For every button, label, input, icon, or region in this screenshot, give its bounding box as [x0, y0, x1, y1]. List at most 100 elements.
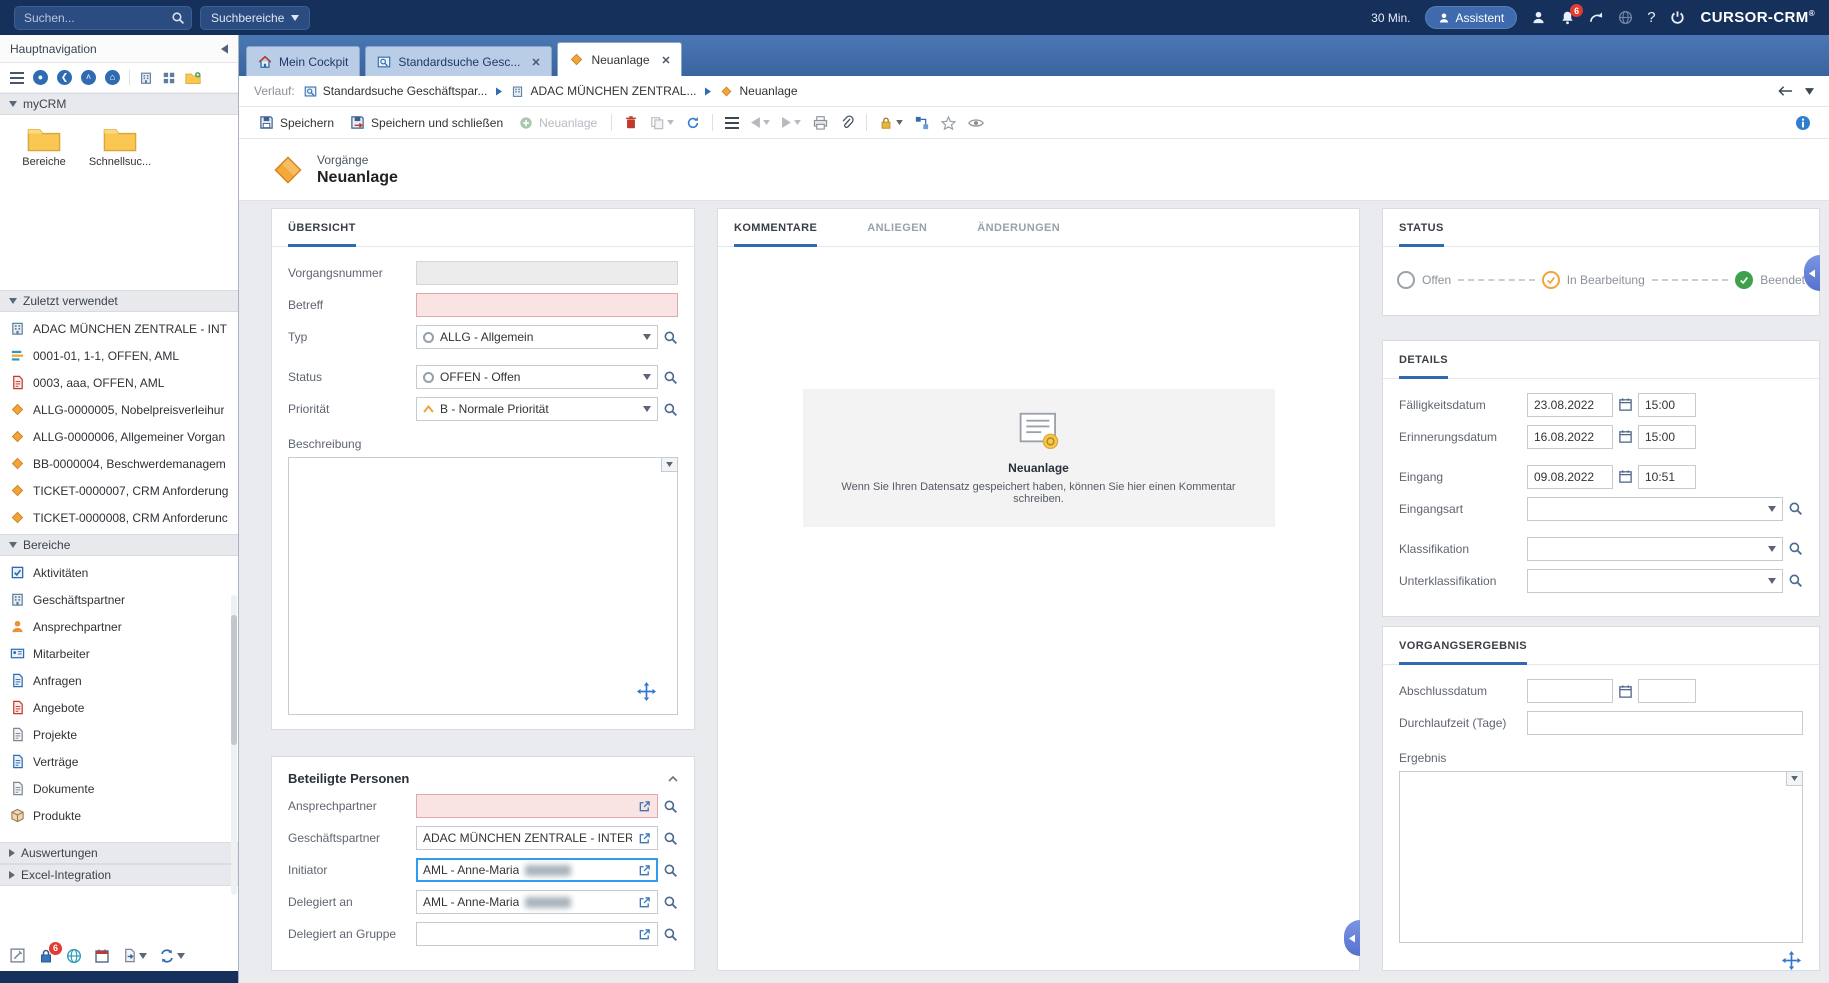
chevron-down-icon[interactable] — [643, 374, 651, 380]
help-icon[interactable]: ? — [1647, 9, 1655, 26]
watch-button[interactable] — [965, 114, 987, 132]
sidebar-item-anfragen[interactable]: Anfragen — [0, 667, 238, 694]
sidebar-item-ansprechpartner[interactable]: Ansprechpartner — [0, 613, 238, 640]
record-icon[interactable]: ● — [33, 70, 48, 85]
tab-uebersicht[interactable]: ÜBERSICHT — [288, 222, 356, 247]
breadcrumb-item-neuanlage[interactable]: Neuanlage — [720, 84, 797, 98]
abschlusszeit-input[interactable] — [1638, 679, 1696, 703]
recent-item[interactable]: TICKET-0000008, CRM Anforderunc — [0, 504, 238, 531]
breadcrumb-item-standardsuche[interactable]: Standardsuche Geschäftspar... — [304, 84, 488, 98]
section-recent[interactable]: Zuletzt verwendet — [0, 290, 238, 312]
faelligkeitszeit-input[interactable] — [1638, 393, 1696, 417]
folder-schnellsuche[interactable]: Schnellsuc... — [88, 125, 152, 168]
sidebar-item-mitarbeiter[interactable]: Mitarbeiter — [0, 640, 238, 667]
print-button[interactable] — [810, 113, 831, 133]
delegiert-an-gruppe-field[interactable] — [416, 922, 658, 946]
sidebar-item-projekte[interactable]: Projekte — [0, 721, 238, 748]
open-record-icon[interactable] — [638, 832, 651, 845]
section-excel-integration[interactable]: Excel-Integration — [0, 864, 238, 886]
new-folder-icon[interactable] — [185, 71, 201, 85]
search-icon[interactable] — [171, 11, 185, 25]
breadcrumb-item-adac[interactable]: ADAC MÜNCHEN ZENTRAL... — [511, 84, 696, 98]
sidebar-item-angebote[interactable]: Angebote — [0, 694, 238, 721]
list-view-icon[interactable] — [162, 71, 176, 85]
lookup-icon[interactable] — [663, 799, 678, 814]
betreff-input[interactable] — [416, 293, 678, 317]
sidebar-item-geschaeftspartner[interactable]: Geschäftspartner — [0, 586, 238, 613]
delegiert-an-field[interactable]: AML - Anne-Maria — [416, 890, 658, 914]
global-search[interactable] — [14, 6, 192, 30]
sidebar-item-aktivitaeten[interactable]: Aktivitäten — [0, 559, 238, 586]
prev-record-button[interactable] — [748, 114, 773, 131]
collapse-section-icon[interactable] — [668, 775, 678, 782]
tab-mein-cockpit[interactable]: Mein Cockpit — [246, 46, 360, 76]
calendar-icon[interactable] — [1618, 469, 1633, 484]
chevron-down-icon[interactable] — [643, 406, 651, 412]
open-record-icon[interactable] — [638, 928, 651, 941]
copy-button[interactable] — [647, 113, 677, 133]
tab-standardsuche[interactable]: Standardsuche Gesc... — [365, 46, 552, 76]
ansprechpartner-field[interactable] — [416, 794, 658, 818]
sidebar-item-dokumente[interactable]: Dokumente — [0, 775, 238, 802]
lookup-icon[interactable] — [663, 927, 678, 942]
back-circle-icon[interactable]: ❮ — [57, 70, 72, 85]
chevron-down-icon[interactable] — [1768, 506, 1776, 512]
workflow-button[interactable] — [912, 113, 932, 133]
chevron-down-icon[interactable] — [1768, 578, 1776, 584]
delete-button[interactable] — [621, 112, 641, 133]
eingangsart-select[interactable] — [1527, 497, 1783, 521]
lookup-icon[interactable] — [1788, 573, 1803, 588]
globe-icon[interactable] — [1618, 10, 1633, 25]
search-scope-button[interactable]: Suchbereiche — [200, 6, 310, 30]
recent-item[interactable]: ADAC MÜNCHEN ZENTRALE - INTE — [0, 315, 238, 342]
move-resize-icon[interactable] — [637, 682, 656, 701]
power-icon[interactable] — [1670, 10, 1685, 25]
favorite-button[interactable] — [938, 113, 959, 133]
refresh-button[interactable] — [683, 113, 703, 133]
notifications-icon[interactable]: 6 — [1560, 10, 1575, 25]
calendar-icon[interactable] — [1618, 397, 1633, 412]
close-icon[interactable] — [532, 58, 540, 66]
calendar-icon[interactable] — [94, 948, 110, 964]
org-tree-icon[interactable] — [139, 71, 153, 85]
permissions-button[interactable] — [876, 113, 906, 133]
beschreibung-textarea[interactable] — [288, 457, 678, 715]
typ-select[interactable]: ALLG - Allgemein — [416, 325, 658, 349]
tab-kommentare[interactable]: KOMMENTARE — [734, 222, 817, 247]
geschaeftspartner-field[interactable]: ADAC MÜNCHEN ZENTRALE - INTERE... — [416, 826, 658, 850]
section-auswertungen[interactable]: Auswertungen — [0, 842, 238, 864]
ergebnis-textarea[interactable] — [1399, 771, 1803, 943]
lookup-icon[interactable] — [663, 831, 678, 846]
recent-item[interactable]: 0001-01, 1-1, OFFEN, AML — [0, 342, 238, 369]
notes-icon[interactable] — [9, 947, 26, 964]
home-circle-icon[interactable]: ⌂ — [105, 70, 120, 85]
calendar-icon[interactable] — [1618, 684, 1633, 699]
tab-aenderungen[interactable]: ÄNDERUNGEN — [977, 222, 1060, 247]
durchlaufzeit-input[interactable] — [1527, 711, 1803, 735]
close-icon[interactable] — [662, 56, 670, 64]
eingang-datum-input[interactable] — [1527, 465, 1613, 489]
eingang-zeit-input[interactable] — [1638, 465, 1696, 489]
open-record-icon[interactable] — [638, 896, 651, 909]
recent-item[interactable]: ALLG-0000006, Allgemeiner Vorgan — [0, 423, 238, 450]
save-and-close-button[interactable]: Speichern und schließen — [345, 112, 508, 133]
tab-anliegen[interactable]: ANLIEGEN — [867, 222, 927, 247]
textarea-menu-icon[interactable] — [1786, 771, 1803, 786]
menu-icon[interactable] — [10, 72, 24, 84]
export-icon[interactable] — [122, 948, 147, 963]
unterklassifikation-select[interactable] — [1527, 569, 1783, 593]
sidebar-scrollbar[interactable] — [231, 595, 237, 895]
recent-item[interactable]: ALLG-0000005, Nobelpreisverleihur — [0, 396, 238, 423]
move-resize-icon[interactable] — [1782, 951, 1801, 970]
open-record-icon[interactable] — [638, 800, 651, 813]
faelligkeitsdatum-input[interactable] — [1527, 393, 1613, 417]
lookup-icon[interactable] — [663, 863, 678, 878]
chevron-down-icon[interactable] — [1805, 88, 1814, 95]
redo-icon[interactable] — [1589, 10, 1604, 25]
chevron-down-icon[interactable] — [1768, 546, 1776, 552]
erinnerungszeit-input[interactable] — [1638, 425, 1696, 449]
next-record-button[interactable] — [779, 114, 804, 131]
folder-bereiche[interactable]: Bereiche — [12, 125, 76, 168]
recent-item[interactable]: TICKET-0000007, CRM Anforderung — [0, 477, 238, 504]
new-record-button[interactable]: Neuanlage — [514, 113, 602, 133]
